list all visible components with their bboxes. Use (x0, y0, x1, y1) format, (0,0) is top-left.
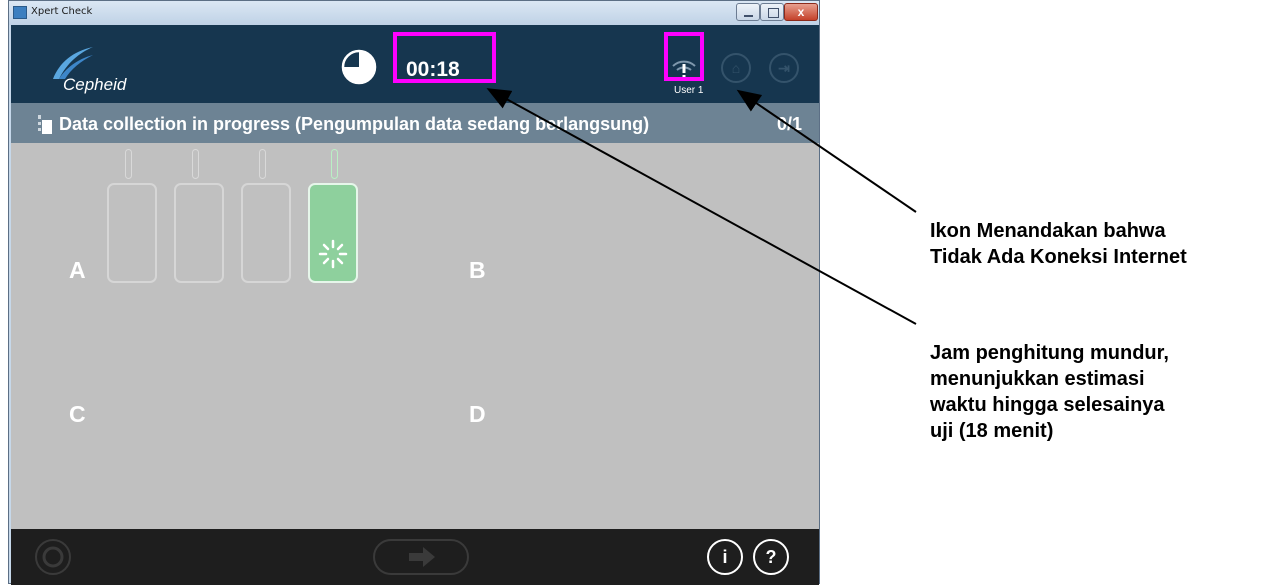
clock-callout-line-1: Jam penghitung mundur, (930, 342, 1169, 364)
clock-callout-line-3: waktu hingga selesainya (930, 394, 1165, 416)
clock-callout: Jam penghitung mundur, menunjukkan estim… (930, 340, 1270, 444)
clock-callout-line-2: menunjukkan estimasi (930, 368, 1145, 390)
arrow-to-timer (486, 88, 917, 325)
network-callout-line-1: Ikon Menandakan bahwa (930, 220, 1166, 242)
arrow-to-network-icon (736, 89, 917, 213)
callout-arrows (486, 88, 917, 325)
clock-callout-line-4: uji (18 menit) (930, 420, 1054, 442)
network-callout-line-2: Tidak Ada Koneksi Internet (930, 246, 1187, 268)
network-callout: Ikon Menandakan bahwa Tidak Ada Koneksi … (930, 218, 1280, 270)
